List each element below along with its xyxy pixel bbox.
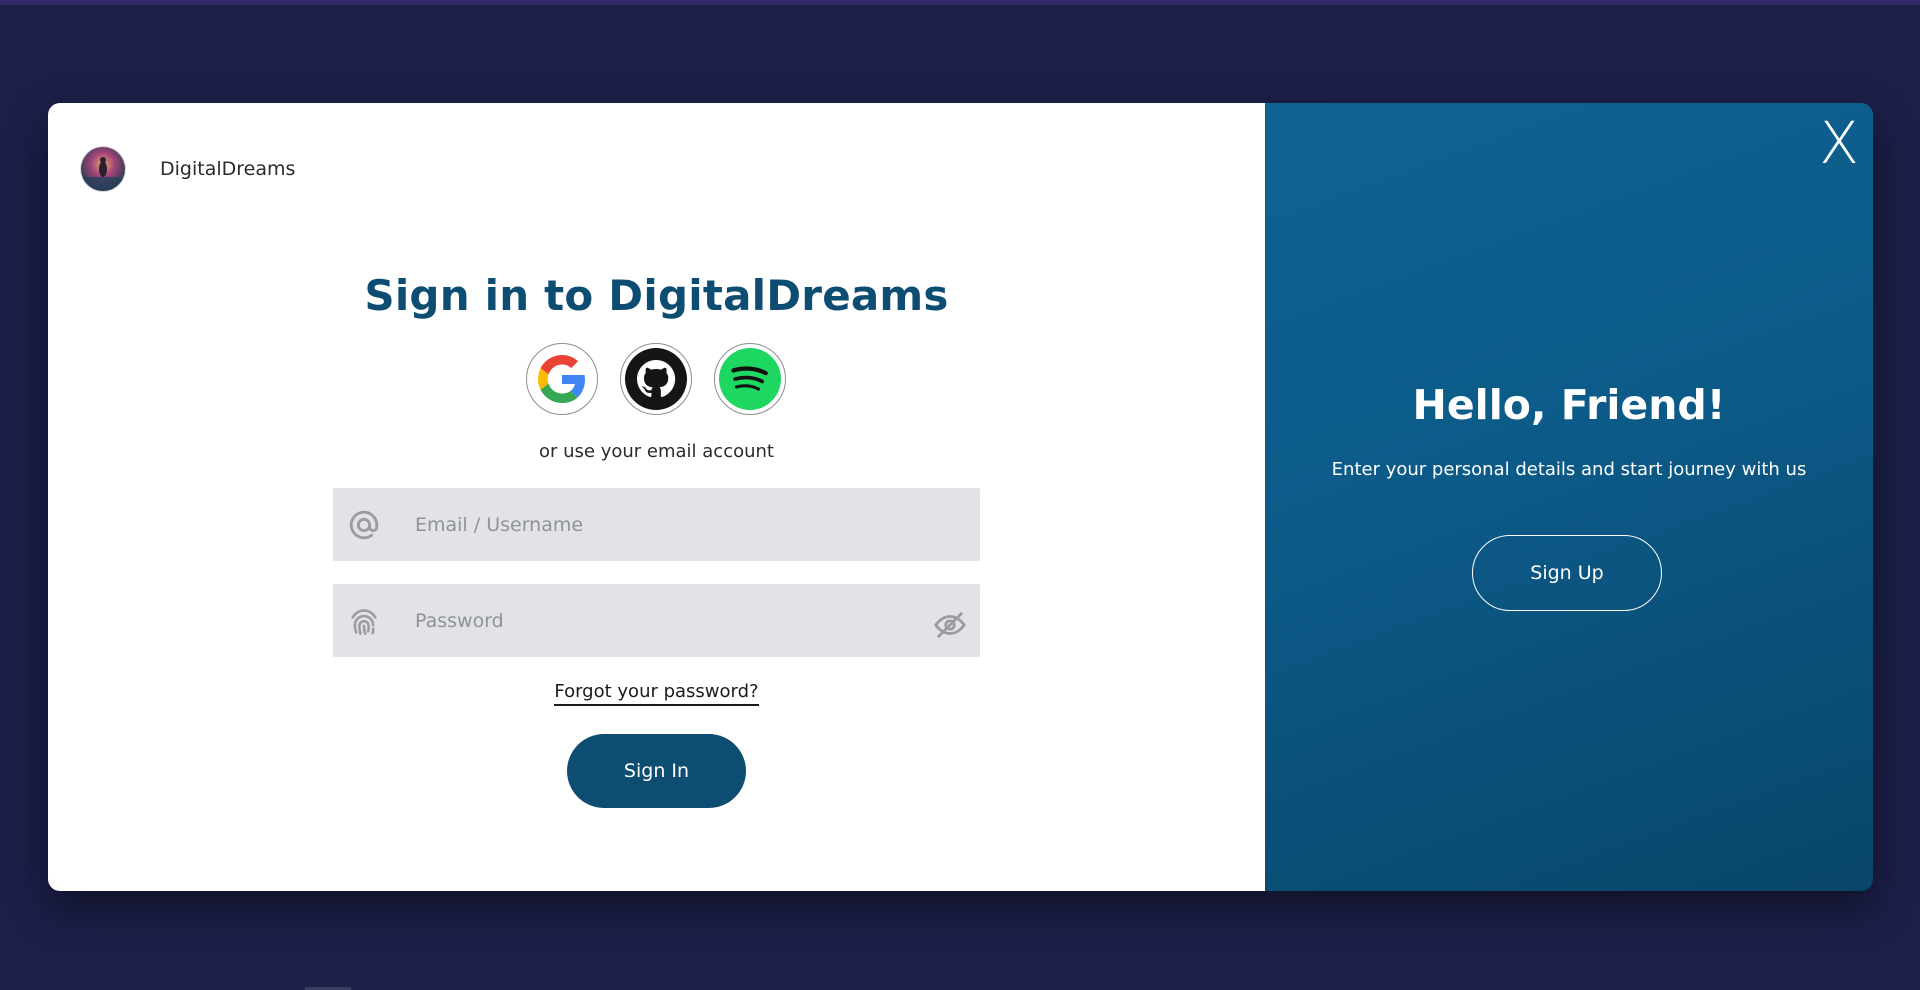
spotify-login-button[interactable] (714, 343, 786, 415)
signin-modal: DigitalDreams Sign in to DigitalDreams o… (48, 103, 1873, 891)
close-button[interactable]: X (1815, 113, 1863, 173)
forgot-password-wrap: Forgot your password? (48, 681, 1265, 706)
eye-off-icon[interactable] (932, 608, 968, 642)
google-login-button[interactable] (526, 343, 598, 415)
email-input[interactable] (415, 488, 895, 561)
github-icon (625, 348, 687, 410)
avatar-icon (81, 147, 125, 191)
at-sign-icon (349, 510, 379, 540)
password-field (333, 584, 980, 657)
brand-name: DigitalDreams (160, 158, 296, 180)
or-email-text: or use your email account (539, 441, 774, 462)
email-field (333, 488, 980, 561)
welcome-subtitle: Enter your personal details and start jo… (1331, 459, 1807, 480)
github-login-button[interactable] (620, 343, 692, 415)
password-input[interactable] (415, 584, 895, 657)
sign-in-button[interactable]: Sign In (567, 734, 746, 808)
spotify-icon (719, 348, 781, 410)
welcome-title: Hello, Friend! (1412, 381, 1726, 429)
signin-panel: DigitalDreams Sign in to DigitalDreams o… (48, 103, 1265, 891)
fingerprint-icon (351, 609, 377, 636)
top-strip (0, 0, 1920, 5)
social-login-group (526, 343, 786, 415)
page-title: Sign in to DigitalDreams (364, 271, 949, 320)
sign-up-button[interactable]: Sign Up (1472, 535, 1662, 611)
google-icon (538, 355, 585, 403)
welcome-panel: X Hello, Friend! Enter your personal det… (1265, 103, 1873, 891)
brand: DigitalDreams (81, 147, 295, 191)
forgot-password-link[interactable]: Forgot your password? (554, 681, 759, 706)
